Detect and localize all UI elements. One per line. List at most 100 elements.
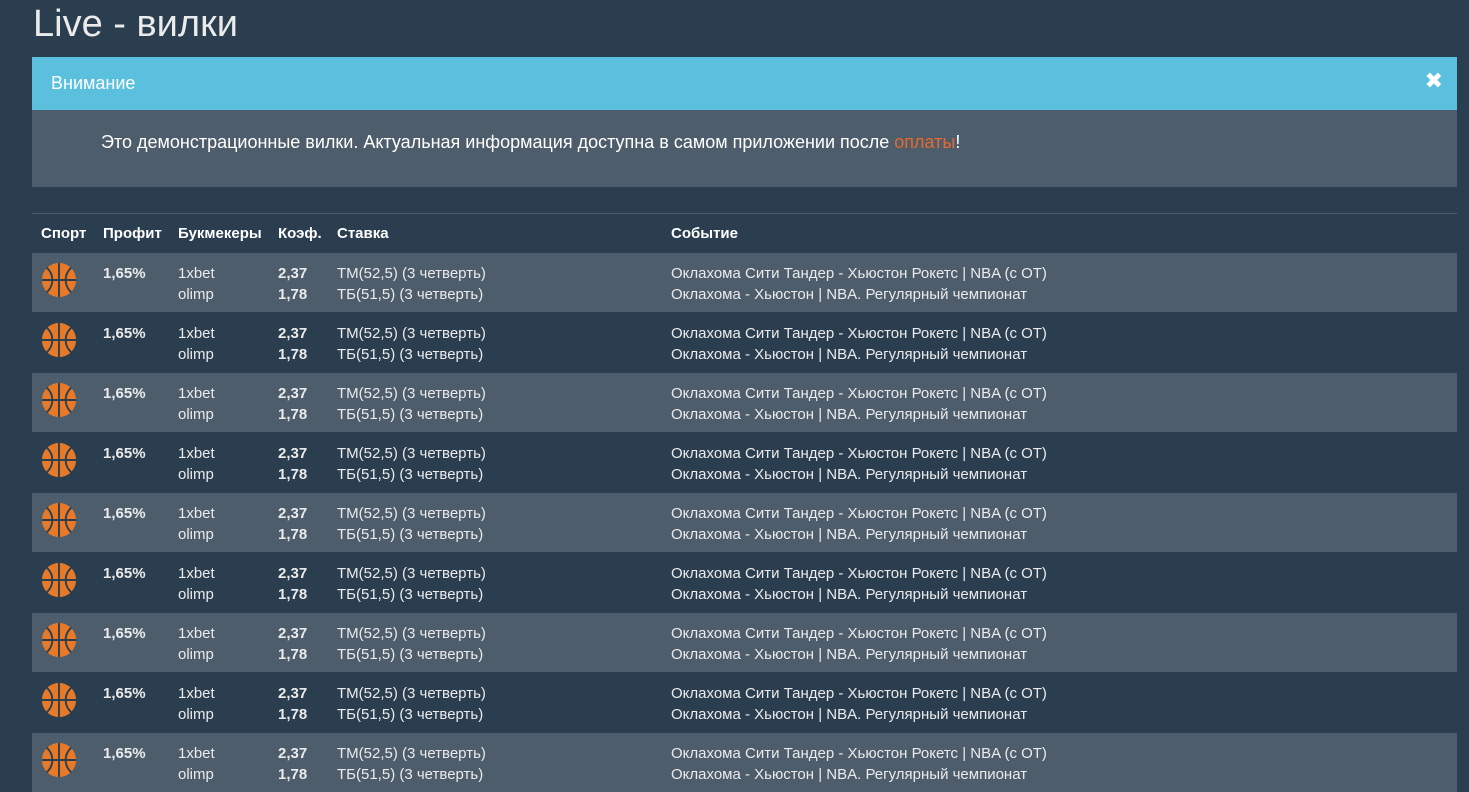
odds-cell: 2,371,78 [269,613,328,673]
table-row[interactable]: 1,65%1xbetolimp2,371,78ТМ(52,5) (3 четве… [32,313,1457,373]
event-cell: Оклахома Сити Тандер - Хьюстон Рокетс | … [662,253,1457,313]
event-name[interactable]: Оклахома - Хьюстон | NBA. Регулярный чем… [671,284,1457,305]
column-header-profit[interactable]: Профит [94,214,169,253]
bookmaker-name[interactable]: olimp [178,344,269,365]
odds-value: 2,37 [278,743,328,764]
column-header-sport[interactable]: Спорт [32,214,94,253]
bookmaker-name[interactable]: olimp [178,584,269,605]
bookmaker-name[interactable]: olimp [178,404,269,425]
odds-value: 1,78 [278,704,328,725]
bet-value: ТМ(52,5) (3 четверть) [337,263,662,284]
table-row[interactable]: 1,65%1xbetolimp2,371,78ТМ(52,5) (3 четве… [32,733,1457,792]
profit-value: 1,65% [103,253,169,284]
table-row[interactable]: 1,65%1xbetolimp2,371,78ТМ(52,5) (3 четве… [32,253,1457,313]
odds-value: 1,78 [278,524,328,545]
table-row[interactable]: 1,65%1xbetolimp2,371,78ТМ(52,5) (3 четве… [32,493,1457,553]
bet-value: ТМ(52,5) (3 четверть) [337,623,662,644]
event-name[interactable]: Оклахома - Хьюстон | NBA. Регулярный чем… [671,584,1457,605]
event-name[interactable]: Оклахома - Хьюстон | NBA. Регулярный чем… [671,764,1457,785]
event-name[interactable]: Оклахома Сити Тандер - Хьюстон Рокетс | … [671,503,1457,524]
profit-cell: 1,65% [94,673,169,733]
column-header-bet[interactable]: Ставка [328,214,662,253]
odds-value: 2,37 [278,383,328,404]
profit-cell: 1,65% [94,613,169,673]
column-header-bookmakers[interactable]: Букмекеры [169,214,269,253]
bookmaker-name[interactable]: olimp [178,524,269,545]
profit-value: 1,65% [103,553,169,584]
sport-cell [32,313,94,373]
bookmaker-name[interactable]: olimp [178,644,269,665]
table-row[interactable]: 1,65%1xbetolimp2,371,78ТМ(52,5) (3 четве… [32,613,1457,673]
bookmaker-name[interactable]: olimp [178,704,269,725]
event-name[interactable]: Оклахома - Хьюстон | NBA. Регулярный чем… [671,524,1457,545]
bookmaker-name[interactable]: 1xbet [178,263,269,284]
bet-value: ТМ(52,5) (3 четверть) [337,323,662,344]
table-header: Спорт Профит Букмекеры Коэф. Ставка Собы… [32,214,1457,253]
odds-value: 2,37 [278,563,328,584]
table-row[interactable]: 1,65%1xbetolimp2,371,78ТМ(52,5) (3 четве… [32,553,1457,613]
bookmakers-cell: 1xbetolimp [169,613,269,673]
bookmakers-cell: 1xbetolimp [169,733,269,792]
table-row[interactable]: 1,65%1xbetolimp2,371,78ТМ(52,5) (3 четве… [32,433,1457,493]
event-name[interactable]: Оклахома Сити Тандер - Хьюстон Рокетс | … [671,563,1457,584]
odds-cell: 2,371,78 [269,373,328,433]
table-row[interactable]: 1,65%1xbetolimp2,371,78ТМ(52,5) (3 четве… [32,673,1457,733]
bookmaker-name[interactable]: 1xbet [178,683,269,704]
bookmaker-name[interactable]: 1xbet [178,383,269,404]
event-name[interactable]: Оклахома Сити Тандер - Хьюстон Рокетс | … [671,683,1457,704]
basketball-icon [40,441,78,479]
event-name[interactable]: Оклахома - Хьюстон | NBA. Регулярный чем… [671,344,1457,365]
column-header-odds[interactable]: Коэф. [269,214,328,253]
event-name[interactable]: Оклахома - Хьюстон | NBA. Регулярный чем… [671,644,1457,665]
bet-value: ТБ(51,5) (3 четверть) [337,704,662,725]
event-name[interactable]: Оклахома - Хьюстон | NBA. Регулярный чем… [671,704,1457,725]
bookmaker-name[interactable]: 1xbet [178,323,269,344]
event-cell: Оклахома Сити Тандер - Хьюстон Рокетс | … [662,553,1457,613]
event-name[interactable]: Оклахома Сити Тандер - Хьюстон Рокетс | … [671,443,1457,464]
event-name[interactable]: Оклахома Сити Тандер - Хьюстон Рокетс | … [671,623,1457,644]
close-icon[interactable]: ✖ [1425,68,1443,94]
sport-cell [32,433,94,493]
bet-cell: ТМ(52,5) (3 четверть)ТБ(51,5) (3 четверт… [328,313,662,373]
alert-message-end: ! [955,132,960,152]
basketball-icon [40,741,78,779]
bookmaker-name[interactable]: olimp [178,464,269,485]
bookmaker-name[interactable]: 1xbet [178,743,269,764]
payment-link[interactable]: оплаты [894,132,955,152]
event-name[interactable]: Оклахома Сити Тандер - Хьюстон Рокетс | … [671,383,1457,404]
bet-cell: ТМ(52,5) (3 четверть)ТБ(51,5) (3 четверт… [328,493,662,553]
bet-value: ТБ(51,5) (3 четверть) [337,284,662,305]
sport-cell [32,733,94,792]
bookmaker-name[interactable]: 1xbet [178,503,269,524]
event-name[interactable]: Оклахома - Хьюстон | NBA. Регулярный чем… [671,464,1457,485]
column-header-event[interactable]: Событие [662,214,1457,253]
event-name[interactable]: Оклахома Сити Тандер - Хьюстон Рокетс | … [671,323,1457,344]
bookmaker-name[interactable]: 1xbet [178,623,269,644]
basketball-icon [40,261,78,299]
odds-cell: 2,371,78 [269,553,328,613]
basketball-icon [40,321,78,359]
event-name[interactable]: Оклахома Сити Тандер - Хьюстон Рокетс | … [671,743,1457,764]
bookmaker-name[interactable]: 1xbet [178,443,269,464]
bookmaker-name[interactable]: 1xbet [178,563,269,584]
profit-cell: 1,65% [94,493,169,553]
bookmaker-name[interactable]: olimp [178,764,269,785]
sport-cell [32,553,94,613]
bookmakers-cell: 1xbetolimp [169,673,269,733]
event-name[interactable]: Оклахома Сити Тандер - Хьюстон Рокетс | … [671,263,1457,284]
event-name[interactable]: Оклахома - Хьюстон | NBA. Регулярный чем… [671,404,1457,425]
bet-value: ТБ(51,5) (3 четверть) [337,464,662,485]
basketball-icon [40,501,78,539]
profit-value: 1,65% [103,613,169,644]
bet-value: ТМ(52,5) (3 четверть) [337,503,662,524]
bookmakers-cell: 1xbetolimp [169,553,269,613]
odds-value: 2,37 [278,623,328,644]
bet-value: ТБ(51,5) (3 четверть) [337,764,662,785]
odds-value: 2,37 [278,323,328,344]
table-row[interactable]: 1,65%1xbetolimp2,371,78ТМ(52,5) (3 четве… [32,373,1457,433]
bookmaker-name[interactable]: olimp [178,284,269,305]
bookmakers-cell: 1xbetolimp [169,493,269,553]
bet-value: ТБ(51,5) (3 четверть) [337,344,662,365]
event-cell: Оклахома Сити Тандер - Хьюстон Рокетс | … [662,733,1457,792]
alert-message: Это демонстрационные вилки. Актуальная и… [101,132,960,153]
